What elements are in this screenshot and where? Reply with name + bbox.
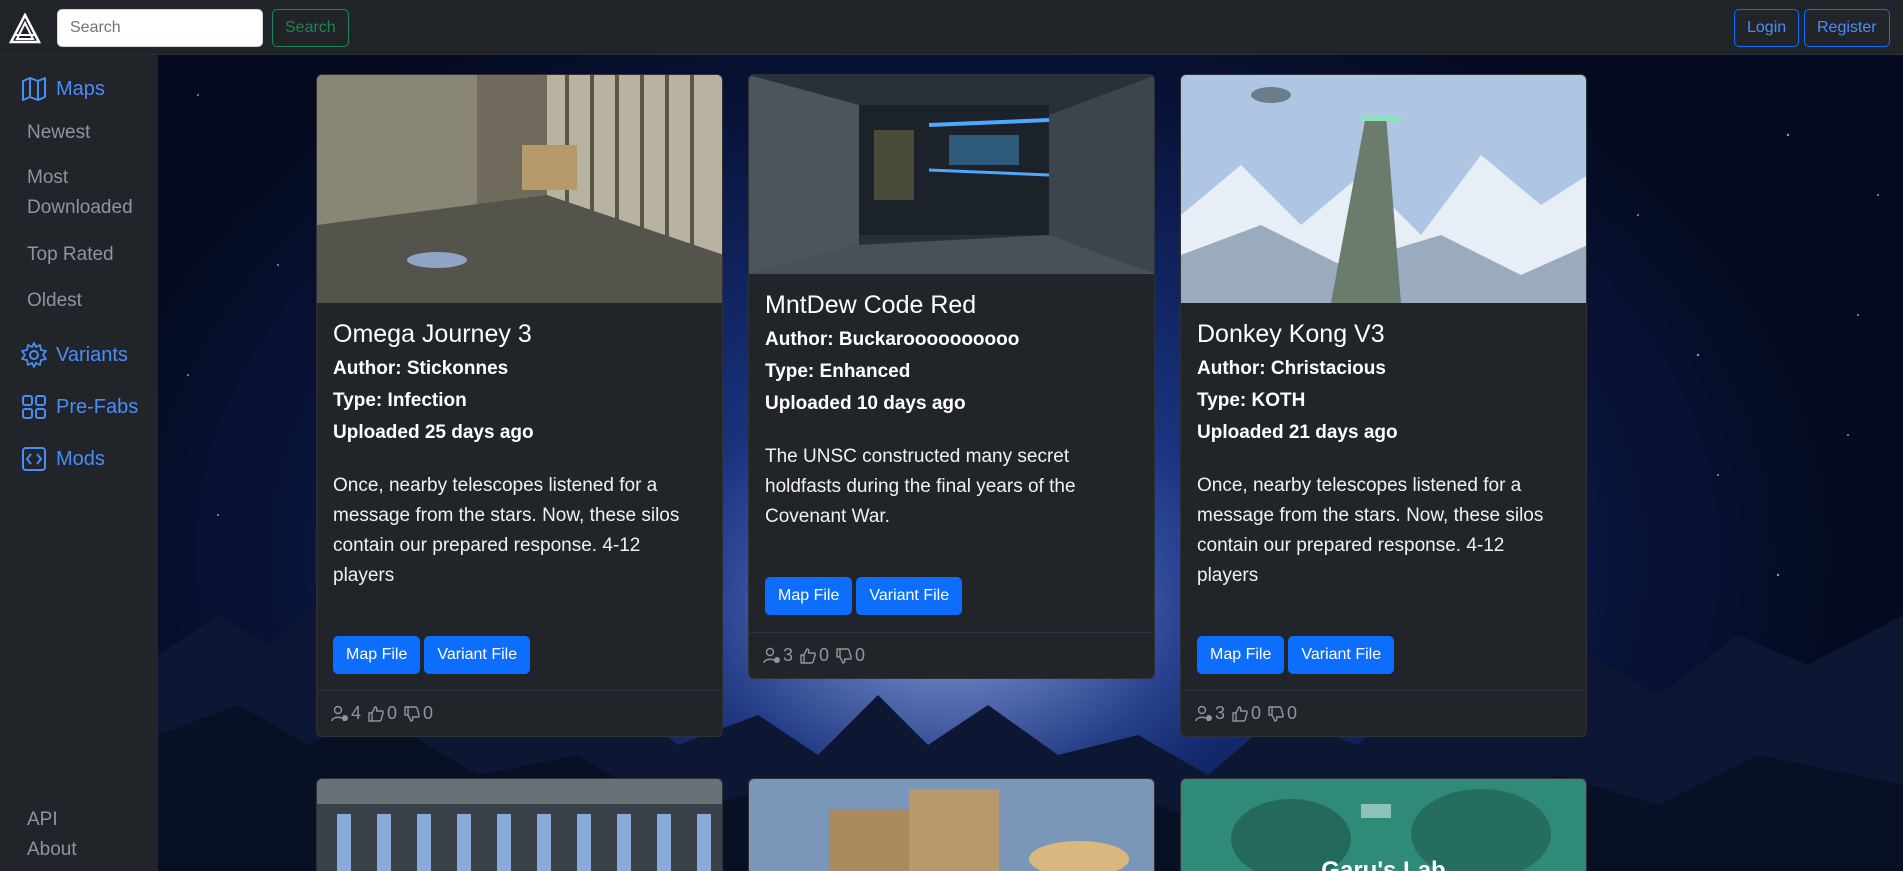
thumbs-down-icon — [1268, 705, 1284, 722]
card-author: Author: Christacious — [1197, 358, 1386, 379]
thumbs-down-icon — [836, 647, 852, 664]
sidebar-item-oldest[interactable]: Oldest — [27, 286, 152, 316]
likes-count[interactable]: 0 — [799, 645, 829, 666]
downloads-count: 4 — [331, 703, 361, 724]
card-buttons: Map File Variant File — [765, 577, 963, 615]
card-type: Type: Enhanced — [765, 361, 911, 382]
card-title[interactable]: Donkey Kong V3 — [1197, 319, 1570, 349]
sidebar: Maps Newest Most Downloaded Top Rated Ol… — [0, 55, 158, 871]
person-download-icon — [331, 705, 348, 721]
sidebar-item-top-rated[interactable]: Top Rated — [27, 240, 152, 270]
main-content: Omega Journey 3 Author: Stickonnes Type:… — [158, 55, 1903, 871]
map-thumbnail-image — [749, 779, 1154, 871]
variant-file-button[interactable]: Variant File — [424, 636, 531, 674]
code-square-icon — [22, 447, 46, 471]
thumbnail-caption: Garu's Lab — [1321, 857, 1446, 871]
card-body: Donkey Kong V3 Author: Christacious Type… — [1197, 319, 1570, 591]
dislikes-count[interactable]: 0 — [1267, 703, 1297, 724]
person-download-icon — [763, 647, 780, 663]
card-uploaded: Uploaded 10 days ago — [765, 393, 966, 414]
card-title[interactable]: Omega Journey 3 — [333, 319, 706, 349]
thumbs-up-icon — [800, 647, 816, 664]
sidebar-item-variants[interactable]: Variants — [20, 341, 128, 369]
card-body: Omega Journey 3 Author: Stickonnes Type:… — [333, 319, 706, 591]
sidebar-item-maps[interactable]: Maps — [20, 75, 105, 103]
variant-file-button[interactable]: Variant File — [856, 577, 963, 615]
card-body: MntDew Code Red Author: Buckaroooooooooo… — [765, 290, 1138, 532]
grid-icon — [22, 395, 46, 419]
map-thumbnail-image — [749, 75, 1154, 274]
top-navbar: Search Login Register — [0, 0, 1903, 55]
sidebar-item-mods[interactable]: Mods — [20, 445, 105, 473]
card-title[interactable]: MntDew Code Red — [765, 290, 1138, 320]
downloads-count: 3 — [763, 645, 793, 666]
sidebar-item-label: Variants — [56, 343, 128, 366]
map-thumbnail-image — [317, 779, 722, 871]
card-description: The UNSC constructed many secret holdfas… — [765, 446, 1076, 527]
search-button[interactable]: Search — [272, 9, 349, 47]
search-input[interactable] — [57, 9, 263, 47]
card-buttons: Map File Variant File — [333, 636, 531, 674]
dislikes-count[interactable]: 0 — [835, 645, 865, 666]
card-uploaded: Uploaded 21 days ago — [1197, 422, 1398, 443]
sidebar-item-label: Mods — [56, 447, 105, 470]
variant-file-button[interactable]: Variant File — [1288, 636, 1395, 674]
thumbs-down-icon — [404, 705, 420, 722]
likes-count[interactable]: 0 — [1231, 703, 1261, 724]
card-author: Author: Stickonnes — [333, 358, 509, 379]
sidebar-item-newest[interactable]: Newest — [27, 118, 152, 148]
map-file-button[interactable]: Map File — [333, 636, 421, 674]
sidebar-link-api[interactable]: API — [27, 809, 58, 831]
card-buttons: Map File Variant File — [1197, 636, 1395, 674]
map-file-button[interactable]: Map File — [765, 577, 853, 615]
downloads-count: 3 — [1195, 703, 1225, 724]
sidebar-item-label: Maps — [56, 77, 105, 100]
card-description: Once, nearby telescopes listened for a m… — [333, 475, 680, 586]
card-type: Type: KOTH — [1197, 390, 1306, 411]
login-button[interactable]: Login — [1734, 9, 1800, 47]
map-file-button[interactable]: Map File — [1197, 636, 1285, 674]
sidebar-item-label: Pre-Fabs — [56, 395, 139, 418]
sidebar-item-prefabs[interactable]: Pre-Fabs — [20, 393, 138, 421]
map-thumbnail-image — [1181, 75, 1586, 303]
map-card[interactable]: Omega Journey 3 Author: Stickonnes Type:… — [316, 74, 723, 737]
card-description: Once, nearby telescopes listened for a m… — [1197, 475, 1544, 586]
sidebar-item-most-downloaded[interactable]: Most Downloaded — [27, 163, 152, 223]
card-type: Type: Infection — [333, 390, 467, 411]
map-card[interactable] — [748, 778, 1155, 871]
map-card[interactable]: Donkey Kong V3 Author: Christacious Type… — [1180, 74, 1587, 737]
register-button[interactable]: Register — [1804, 9, 1890, 47]
likes-count[interactable]: 0 — [367, 703, 397, 724]
sidebar-link-about[interactable]: About — [27, 839, 77, 861]
card-footer: 3 0 0 — [749, 632, 1154, 678]
map-icon — [22, 77, 46, 101]
dislikes-count[interactable]: 0 — [403, 703, 433, 724]
map-thumbnail-image — [317, 75, 722, 303]
card-uploaded: Uploaded 25 days ago — [333, 422, 534, 443]
person-download-icon — [1195, 705, 1212, 721]
card-author: Author: Buckaroooooooooo — [765, 329, 1020, 350]
thumbs-up-icon — [368, 705, 384, 722]
card-footer: 4 0 0 — [317, 690, 722, 736]
map-card[interactable]: Garu's Lab — [1180, 778, 1587, 871]
map-card[interactable]: MntDew Code Red Author: Buckaroooooooooo… — [748, 74, 1155, 679]
card-footer: 3 0 0 — [1181, 690, 1586, 736]
thumbs-up-icon — [1232, 705, 1248, 722]
site-logo-icon[interactable] — [9, 13, 41, 45]
map-card[interactable] — [316, 778, 723, 871]
gear-icon — [21, 342, 47, 368]
